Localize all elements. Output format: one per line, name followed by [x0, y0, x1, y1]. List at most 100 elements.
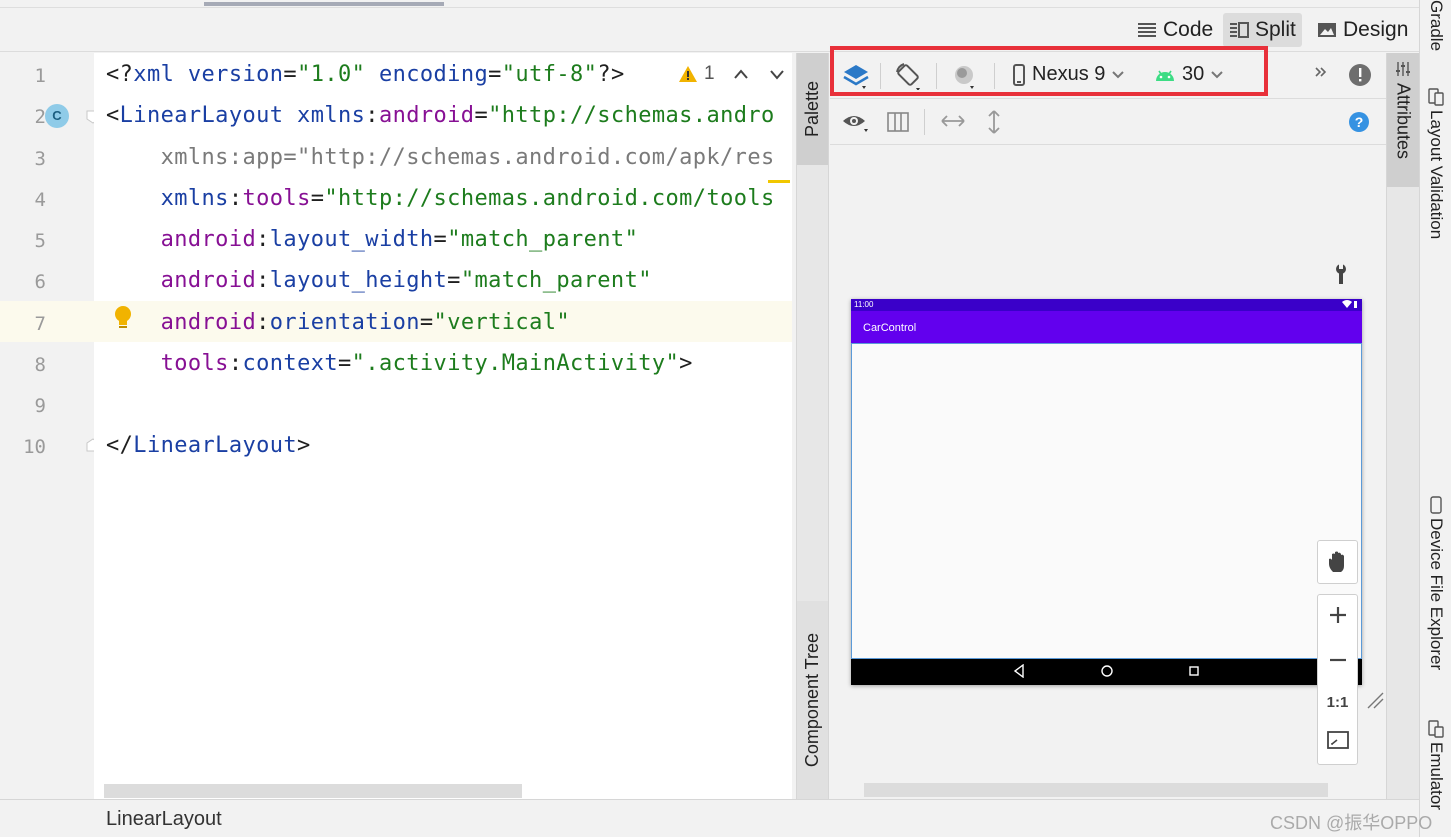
component-tree-tab-label: Component Tree — [802, 632, 822, 768]
editor-horizontal-scrollbar[interactable] — [104, 784, 522, 798]
right-tool-window-bar: Gradle Layout Validation Device File Exp… — [1419, 0, 1451, 837]
line-number: 1 — [34, 65, 46, 87]
code-token: : — [228, 186, 243, 211]
active-tab-indicator — [204, 2, 444, 6]
sliders-icon — [1396, 62, 1410, 76]
palette-tab[interactable]: Palette — [797, 53, 828, 165]
design-mode-button[interactable]: Design — [1311, 13, 1414, 47]
code-token: layout_width — [269, 227, 434, 252]
code-line: </LinearLayout> — [106, 433, 311, 458]
lines-icon — [1137, 21, 1157, 39]
device-file-explorer-tab[interactable]: Device File Explorer — [1420, 496, 1451, 670]
device-file-explorer-tab-label: Device File Explorer — [1427, 518, 1446, 671]
design-toolbar-secondary: ? — [830, 99, 1386, 145]
split-icon — [1229, 21, 1249, 39]
device-selector[interactable]: Nexus 9 — [1012, 63, 1125, 86]
emulator-tab[interactable]: Emulator — [1420, 720, 1451, 810]
zoom-in-icon[interactable] — [1328, 605, 1348, 630]
api-level-selector[interactable]: 30 — [1154, 63, 1224, 86]
layout-validation-tab[interactable]: Layout Validation — [1420, 88, 1451, 239]
more-actions-icon[interactable] — [1314, 65, 1328, 79]
design-toolbar-primary: Nexus 9 30 — [830, 53, 1386, 99]
code-token: = — [419, 310, 434, 335]
code-token: > — [679, 351, 693, 376]
device-label: Nexus 9 — [1032, 63, 1106, 85]
canvas-horizontal-scrollbar[interactable] — [864, 783, 1328, 797]
code-editor[interactable]: <?xml version="1.0" encoding="utf-8"?> <L… — [94, 53, 792, 799]
theme-icon[interactable] — [952, 62, 980, 90]
preview-linear-layout[interactable] — [851, 343, 1362, 659]
device-icon — [1430, 496, 1442, 514]
breadcrumb[interactable]: LinearLayout — [106, 808, 222, 831]
vertical-resize-icon[interactable] — [986, 109, 1002, 135]
preview-status-bar: 11:00 — [851, 299, 1362, 311]
code-mode-button[interactable]: Code — [1131, 13, 1219, 47]
line-number-current: 7 — [34, 313, 46, 335]
code-line: <LinearLayout xmlns:android="http://sche… — [106, 103, 775, 128]
editor-gutter: 1 2 3 4 5 6 7 8 9 10 C 7 — [0, 53, 100, 799]
blueprint-icon[interactable] — [886, 111, 910, 133]
class-marker-icon[interactable]: C — [45, 104, 69, 128]
code-token: encoding — [378, 62, 489, 87]
chevron-down-icon[interactable] — [769, 68, 785, 80]
component-tree-tab[interactable]: Component Tree — [797, 601, 828, 799]
wrench-icon[interactable] — [1332, 263, 1350, 290]
code-token: xmlns — [297, 103, 366, 128]
code-token: android — [160, 227, 257, 252]
code-token: = — [447, 268, 461, 293]
editor-tab-strip — [0, 0, 1419, 8]
attributes-tab[interactable]: Attributes — [1387, 53, 1419, 187]
line-number: 2 — [34, 106, 46, 128]
code-token: = — [474, 103, 489, 128]
resize-grip-icon[interactable] — [1366, 691, 1384, 714]
code-token: layout_height — [269, 268, 448, 293]
split-mode-button[interactable]: Split — [1223, 13, 1302, 47]
line-number: 4 — [34, 189, 46, 211]
code-token: : — [256, 310, 270, 335]
code-token: xmlns:app="http://schemas.android.com/ap… — [106, 145, 775, 170]
code-line: xmlns:tools="http://schemas.android.com/… — [106, 186, 775, 211]
device-preview[interactable]: 11:00 CarControl — [851, 299, 1362, 685]
attributes-side-strip: Attributes — [1386, 53, 1419, 799]
preview-status-time: 11:00 — [854, 300, 874, 309]
gradle-tab[interactable]: Gradle — [1420, 0, 1451, 51]
lightbulb-icon[interactable] — [112, 304, 134, 335]
code-token: : — [256, 227, 270, 252]
code-token: tools — [242, 186, 311, 211]
zoom-fit-icon[interactable] — [1326, 731, 1349, 754]
code-token: : — [365, 103, 379, 128]
view-mode-bar: Code Split Design — [0, 8, 1419, 52]
pan-button[interactable] — [1317, 540, 1358, 584]
eye-icon[interactable] — [842, 111, 870, 133]
issues-icon[interactable] — [1348, 63, 1372, 87]
preview-app-title: CarControl — [863, 322, 917, 334]
chevron-down-icon — [1112, 70, 1125, 78]
chevron-up-icon[interactable] — [733, 68, 749, 80]
line-number: 3 — [34, 148, 46, 170]
preview-navigation-bar — [851, 659, 1362, 685]
code-token: : — [228, 351, 243, 376]
help-icon[interactable]: ? — [1348, 111, 1370, 133]
code-token: "1.0" — [297, 62, 379, 87]
layers-icon[interactable] — [842, 62, 870, 90]
design-canvas[interactable]: 11:00 CarControl 1:1 — [830, 145, 1386, 799]
code-line: android:layout_height="match_parent" — [106, 268, 652, 293]
chevron-down-icon — [1211, 70, 1223, 78]
zoom-out-icon[interactable] — [1328, 650, 1348, 675]
code-line: <?xml version="1.0" encoding="utf-8"?> — [106, 62, 625, 87]
orientation-icon[interactable] — [894, 62, 924, 90]
inspection-widget[interactable]: 1 — [678, 63, 785, 85]
emulator-icon — [1428, 720, 1444, 738]
horizontal-resize-icon[interactable] — [940, 113, 966, 129]
zoom-controls: 1:1 — [1317, 540, 1358, 765]
code-token: = — [310, 186, 325, 211]
toolbar-separator — [936, 63, 937, 89]
recents-icon — [1188, 664, 1200, 682]
line-number: 5 — [34, 230, 46, 252]
zoom-actual-size[interactable]: 1:1 — [1327, 694, 1349, 711]
code-token: "http://schemas.android.com/tools — [324, 186, 775, 211]
code-token: : — [256, 268, 270, 293]
code-token: ".activity.MainActivity" — [351, 351, 680, 376]
